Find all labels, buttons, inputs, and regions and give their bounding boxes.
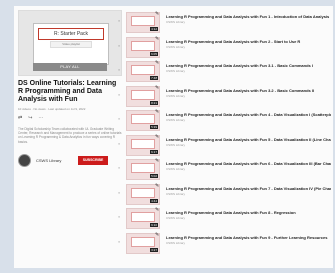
duration-badge: 5:02 (150, 174, 158, 178)
thumbnail-preview (131, 16, 155, 26)
video-title[interactable]: Learning R Programming and Data Analysis… (166, 14, 331, 19)
playlist-actions: ⇄ ↪ ⋯ (18, 115, 122, 121)
thumbnail-title: R: Starter Pack (38, 28, 104, 40)
shuffle-icon[interactable]: ⇄ (18, 115, 22, 121)
pencil-icon[interactable]: ✎ (155, 134, 159, 140)
list-item[interactable]: ≡ 4:44 ✎ Learning R Programming and Data An… (118, 182, 333, 207)
subscribe-button[interactable]: SUBSCRIBE (78, 156, 108, 166)
drag-handle-icon[interactable]: ≡ (118, 44, 122, 48)
thumbnail-preview (131, 89, 155, 100)
video-title[interactable]: Learning R Programming and Data Analysis… (166, 210, 331, 215)
video-title[interactable]: Learning R Programming and Data Analysis… (166, 39, 331, 44)
pencil-icon[interactable]: ✎ (155, 232, 159, 238)
thumbnail-preview (131, 236, 155, 247)
list-item[interactable]: ≡ 8:21 ✎ Learning R Programming and Data An… (118, 84, 333, 109)
thumbnail-subtitle: Video playlist (50, 41, 92, 48)
video-title[interactable]: Learning R Programming and Data Analysis… (166, 112, 331, 117)
thumbnail-preview (131, 138, 155, 149)
drag-handle-icon[interactable]: ≡ (118, 166, 122, 170)
pencil-icon[interactable]: ✎ (155, 11, 159, 17)
drag-handle-icon[interactable]: ≡ (118, 117, 122, 121)
drag-handle-icon[interactable]: ≡ (118, 93, 122, 97)
duration-badge: 6:05 (150, 51, 158, 56)
thumbnail-preview (131, 65, 155, 75)
list-item[interactable]: ≡ 5:39 ✎ Learning R Programming and Data An… (118, 108, 333, 133)
playlist-owner: CSWS Library SUBSCRIBE (18, 154, 122, 168)
avatar[interactable] (18, 154, 31, 168)
video-channel[interactable]: CSWS Library (166, 167, 185, 171)
thumbnail-preview (131, 187, 155, 198)
video-channel[interactable]: CSWS Library (166, 118, 185, 122)
video-title[interactable]: Learning R Programming and Data Analysis… (166, 88, 331, 93)
pencil-icon[interactable]: ✎ (155, 109, 159, 115)
drag-handle-icon[interactable]: ≡ (118, 19, 122, 23)
pencil-icon[interactable]: ✎ (155, 85, 159, 91)
drag-handle-icon[interactable]: ≡ (118, 215, 122, 219)
drag-handle-icon[interactable]: ≡ (118, 240, 122, 244)
thumbnail-preview (131, 114, 155, 124)
video-list: ≡ 4:12 ✎ Learning R Programming and Data An… (118, 10, 333, 255)
duration-badge: 5:39 (150, 125, 158, 129)
thumbnail-card: R: Starter Pack Video playlist (33, 23, 109, 65)
pencil-icon[interactable]: ✎ (155, 183, 159, 189)
pencil-icon[interactable]: ✎ (155, 36, 159, 42)
video-title[interactable]: Learning R Programming and Data Analysis… (166, 161, 331, 166)
thumbnail-preview (131, 212, 155, 222)
playlist-title: DS Online Tutorials: Learning R Programm… (18, 80, 117, 104)
video-title[interactable]: Learning R Programming and Data Analysis… (166, 186, 331, 191)
share-icon[interactable]: ↪ (28, 115, 32, 121)
pencil-icon[interactable]: ✎ (155, 60, 159, 66)
duration-badge: 6:17 (150, 149, 158, 154)
video-channel[interactable]: CSWS Library (166, 94, 185, 98)
playlist-page: R: Starter Pack Video playlist PLAY ALL … (14, 6, 333, 268)
duration-badge: 8:21 (150, 100, 158, 105)
playlist-meta: 10 videos · No views · Last updated on J… (18, 106, 86, 111)
play-all-button[interactable]: PLAY ALL (33, 63, 107, 71)
pencil-icon[interactable]: ✎ (155, 158, 159, 164)
video-channel[interactable]: CSWS Library (166, 143, 185, 147)
video-channel[interactable]: CSWS Library (166, 45, 185, 49)
list-item[interactable]: ≡ 4:12 ✎ Learning R Programming and Data An… (118, 10, 333, 35)
thumbnail-preview (131, 40, 155, 51)
list-item[interactable]: ≡ 3:27 ✎ Learning R Programming and Data An… (118, 231, 333, 256)
video-channel[interactable]: CSWS Library (166, 192, 185, 196)
more-icon[interactable]: ⋯ (38, 115, 43, 121)
thumbnail-preview (131, 163, 155, 173)
playlist-thumbnail[interactable]: R: Starter Pack Video playlist PLAY ALL (18, 10, 122, 76)
list-item[interactable]: ≡ 5:02 ✎ Learning R Programming and Data An… (118, 157, 333, 182)
video-channel[interactable]: CSWS Library (166, 241, 185, 245)
pencil-icon[interactable]: ✎ (155, 207, 159, 213)
video-channel[interactable]: CSWS Library (166, 69, 185, 73)
video-title[interactable]: Learning R Programming and Data Analysis… (166, 137, 331, 142)
video-channel[interactable]: CSWS Library (166, 216, 185, 220)
drag-handle-icon[interactable]: ≡ (118, 68, 122, 72)
list-item[interactable]: ≡ 6:17 ✎ Learning R Programming and Data An… (118, 133, 333, 158)
list-item[interactable]: ≡ 9:10 ✎ Learning R Programming and Data An… (118, 206, 333, 231)
owner-name[interactable]: CSWS Library (36, 158, 70, 163)
duration-badge: 3:27 (150, 247, 158, 252)
duration-badge: 9:10 (150, 223, 158, 227)
drag-handle-icon[interactable]: ≡ (118, 191, 122, 195)
list-item[interactable]: ≡ 6:05 ✎ Learning R Programming and Data An… (118, 35, 333, 60)
video-channel[interactable]: CSWS Library (166, 20, 185, 24)
video-title[interactable]: Learning R Programming and Data Analysis… (166, 63, 331, 68)
video-title[interactable]: Learning R Programming and Data Analysis… (166, 235, 331, 240)
list-item[interactable]: ≡ 7:48 ✎ Learning R Programming and Data An… (118, 59, 333, 84)
duration-badge: 4:12 (150, 27, 158, 31)
duration-badge: 7:48 (150, 76, 158, 80)
duration-badge: 4:44 (150, 198, 158, 203)
drag-handle-icon[interactable]: ≡ (118, 142, 122, 146)
playlist-description: The Digital Scholarship Team collaborate… (18, 126, 122, 144)
playlist-sidebar: R: Starter Pack Video playlist PLAY ALL … (18, 10, 122, 168)
